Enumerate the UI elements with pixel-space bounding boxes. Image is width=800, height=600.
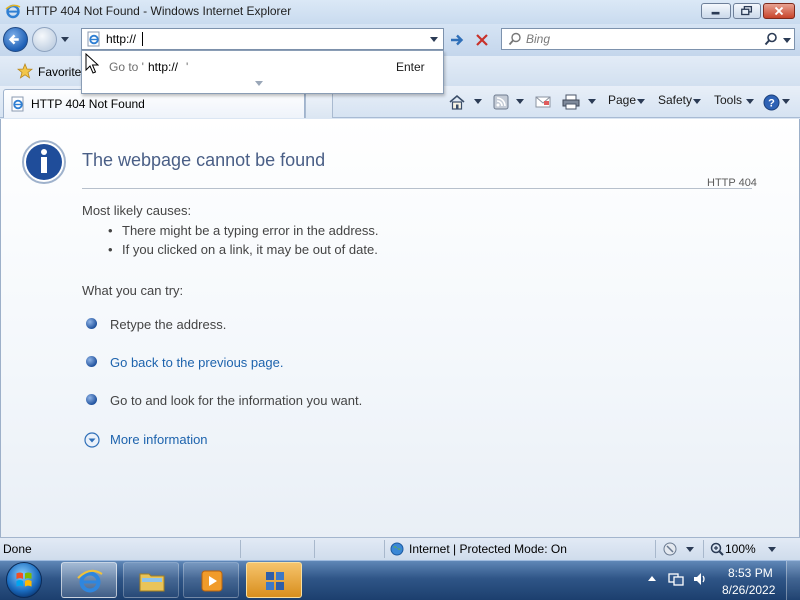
- network-flag-icon: [266, 572, 284, 590]
- close-icon: [774, 6, 784, 16]
- status-separator: [703, 540, 704, 558]
- popup-blocker-dropdown-icon[interactable]: [686, 545, 694, 553]
- feeds-icon[interactable]: [493, 94, 509, 110]
- print-dropdown-icon[interactable]: [588, 97, 596, 105]
- stop-icon[interactable]: [473, 31, 491, 49]
- address-dropdown-icon[interactable]: [429, 34, 439, 44]
- popup-blocker-icon[interactable]: [662, 541, 678, 557]
- safety-menu[interactable]: Safety: [658, 93, 692, 107]
- search-provider-icon: [508, 32, 521, 46]
- minimize-icon: [711, 11, 720, 15]
- page-title: The webpage cannot be found: [82, 150, 326, 170]
- autocomplete-suggestion[interactable]: http://: [148, 60, 178, 74]
- help-dropdown-icon[interactable]: [782, 97, 790, 105]
- minimize-button[interactable]: [701, 3, 731, 19]
- maximize-button[interactable]: [733, 3, 761, 19]
- clock-time[interactable]: 8:53 PM: [728, 566, 773, 580]
- back-arrow-icon: [8, 34, 19, 45]
- show-desktop-button[interactable]: [786, 561, 800, 600]
- status-separator: [240, 540, 241, 558]
- show-hidden-icons-icon[interactable]: [645, 571, 659, 587]
- restore-icon: [741, 5, 753, 16]
- search-options-dropdown-icon[interactable]: [782, 35, 792, 45]
- address-bar[interactable]: http://: [81, 28, 444, 50]
- retype-suggestion: Retype the address.: [110, 317, 227, 332]
- title-divider: [82, 188, 752, 189]
- svg-text:?: ?: [768, 98, 775, 110]
- feeds-dropdown-icon[interactable]: [516, 97, 524, 105]
- media-player-icon: [201, 570, 223, 592]
- home-icon[interactable]: [448, 94, 466, 110]
- status-separator: [314, 540, 315, 558]
- cause-item: • There might be a typing error in the ad…: [108, 223, 379, 238]
- window-title: HTTP 404 Not Found - Windows Internet Ex…: [26, 4, 292, 18]
- safety-dropdown-icon[interactable]: [693, 97, 701, 105]
- clock-date[interactable]: 8/26/2022: [722, 583, 775, 597]
- close-button[interactable]: [763, 3, 795, 19]
- help-icon[interactable]: ?: [763, 94, 780, 111]
- taskbar-action-center-app[interactable]: [246, 562, 302, 598]
- forward-button[interactable]: [32, 27, 57, 52]
- address-input[interactable]: http://: [106, 32, 136, 46]
- more-information-link[interactable]: More information: [110, 432, 208, 447]
- status-separator: [655, 540, 656, 558]
- favorites-button[interactable]: Favorite: [38, 65, 81, 79]
- status-text: Done: [3, 542, 32, 556]
- expand-chevron-icon[interactable]: [84, 432, 100, 448]
- autocomplete-suffix: ': [186, 60, 189, 74]
- start-button[interactable]: [6, 562, 42, 598]
- mouse-pointer-icon: [85, 53, 99, 74]
- tools-dropdown-icon[interactable]: [746, 97, 754, 105]
- bullet-icon: [86, 394, 97, 405]
- cause-text: If you clicked on a link, it may be out …: [122, 242, 378, 257]
- cause-text: There might be a typing error in the add…: [122, 223, 379, 238]
- back-button[interactable]: [3, 27, 28, 52]
- internet-explorer-icon: [77, 569, 103, 593]
- autocomplete-prefix: Go to ': [109, 60, 144, 74]
- page-dropdown-icon[interactable]: [637, 97, 645, 105]
- try-heading: What you can try:: [82, 283, 184, 298]
- tools-menu[interactable]: Tools: [714, 93, 742, 107]
- zoom-level[interactable]: 100%: [725, 542, 756, 556]
- info-icon: [22, 140, 66, 184]
- taskbar-windows-explorer[interactable]: [123, 562, 179, 598]
- search-icon[interactable]: [764, 32, 778, 46]
- folder-icon: [139, 573, 165, 592]
- address-autocomplete-dropdown: Go to ' http:// ' Enter: [81, 50, 444, 94]
- recent-pages-dropdown-icon[interactable]: [60, 34, 70, 44]
- zoom-icon[interactable]: [709, 541, 725, 557]
- cause-item: • If you clicked on a link, it may be out…: [108, 242, 378, 257]
- volume-icon[interactable]: [692, 571, 708, 587]
- page-menu[interactable]: Page: [608, 93, 636, 107]
- print-icon[interactable]: [562, 94, 580, 110]
- causes-heading: Most likely causes:: [82, 203, 192, 218]
- internet-zone-globe-icon[interactable]: [390, 542, 404, 556]
- ie-logo-icon: [5, 4, 21, 19]
- tab-label: HTTP 404 Not Found: [31, 97, 145, 111]
- windows-logo-icon: [16, 572, 32, 587]
- favorites-star-icon[interactable]: [17, 63, 33, 79]
- bullet-icon: [86, 318, 97, 329]
- status-separator: [384, 540, 385, 558]
- page-icon: [87, 31, 100, 47]
- text-cursor: [142, 32, 143, 46]
- bullet-icon: [86, 356, 97, 367]
- autocomplete-enter-hint: Enter: [396, 60, 425, 74]
- go-back-link[interactable]: Go back to the previous page.: [110, 355, 283, 370]
- go-to-suggestion: Go to and look for the information you w…: [110, 393, 363, 408]
- taskbar-internet-explorer[interactable]: [61, 562, 117, 598]
- tab-page-icon: [11, 96, 24, 112]
- go-arrow-icon[interactable]: [448, 31, 466, 49]
- taskbar-media-player[interactable]: [183, 562, 239, 598]
- http-status-code: HTTP 404: [707, 177, 757, 189]
- network-icon[interactable]: [668, 571, 684, 587]
- search-box[interactable]: Bing: [501, 28, 795, 50]
- autocomplete-expand-icon[interactable]: [254, 80, 264, 88]
- read-mail-icon[interactable]: [535, 94, 551, 110]
- new-tab-button[interactable]: [305, 92, 333, 118]
- security-zone-text[interactable]: Internet | Protected Mode: On: [409, 542, 567, 556]
- search-placeholder: Bing: [526, 32, 551, 46]
- home-dropdown-icon[interactable]: [474, 97, 482, 105]
- zoom-dropdown-icon[interactable]: [768, 545, 776, 553]
